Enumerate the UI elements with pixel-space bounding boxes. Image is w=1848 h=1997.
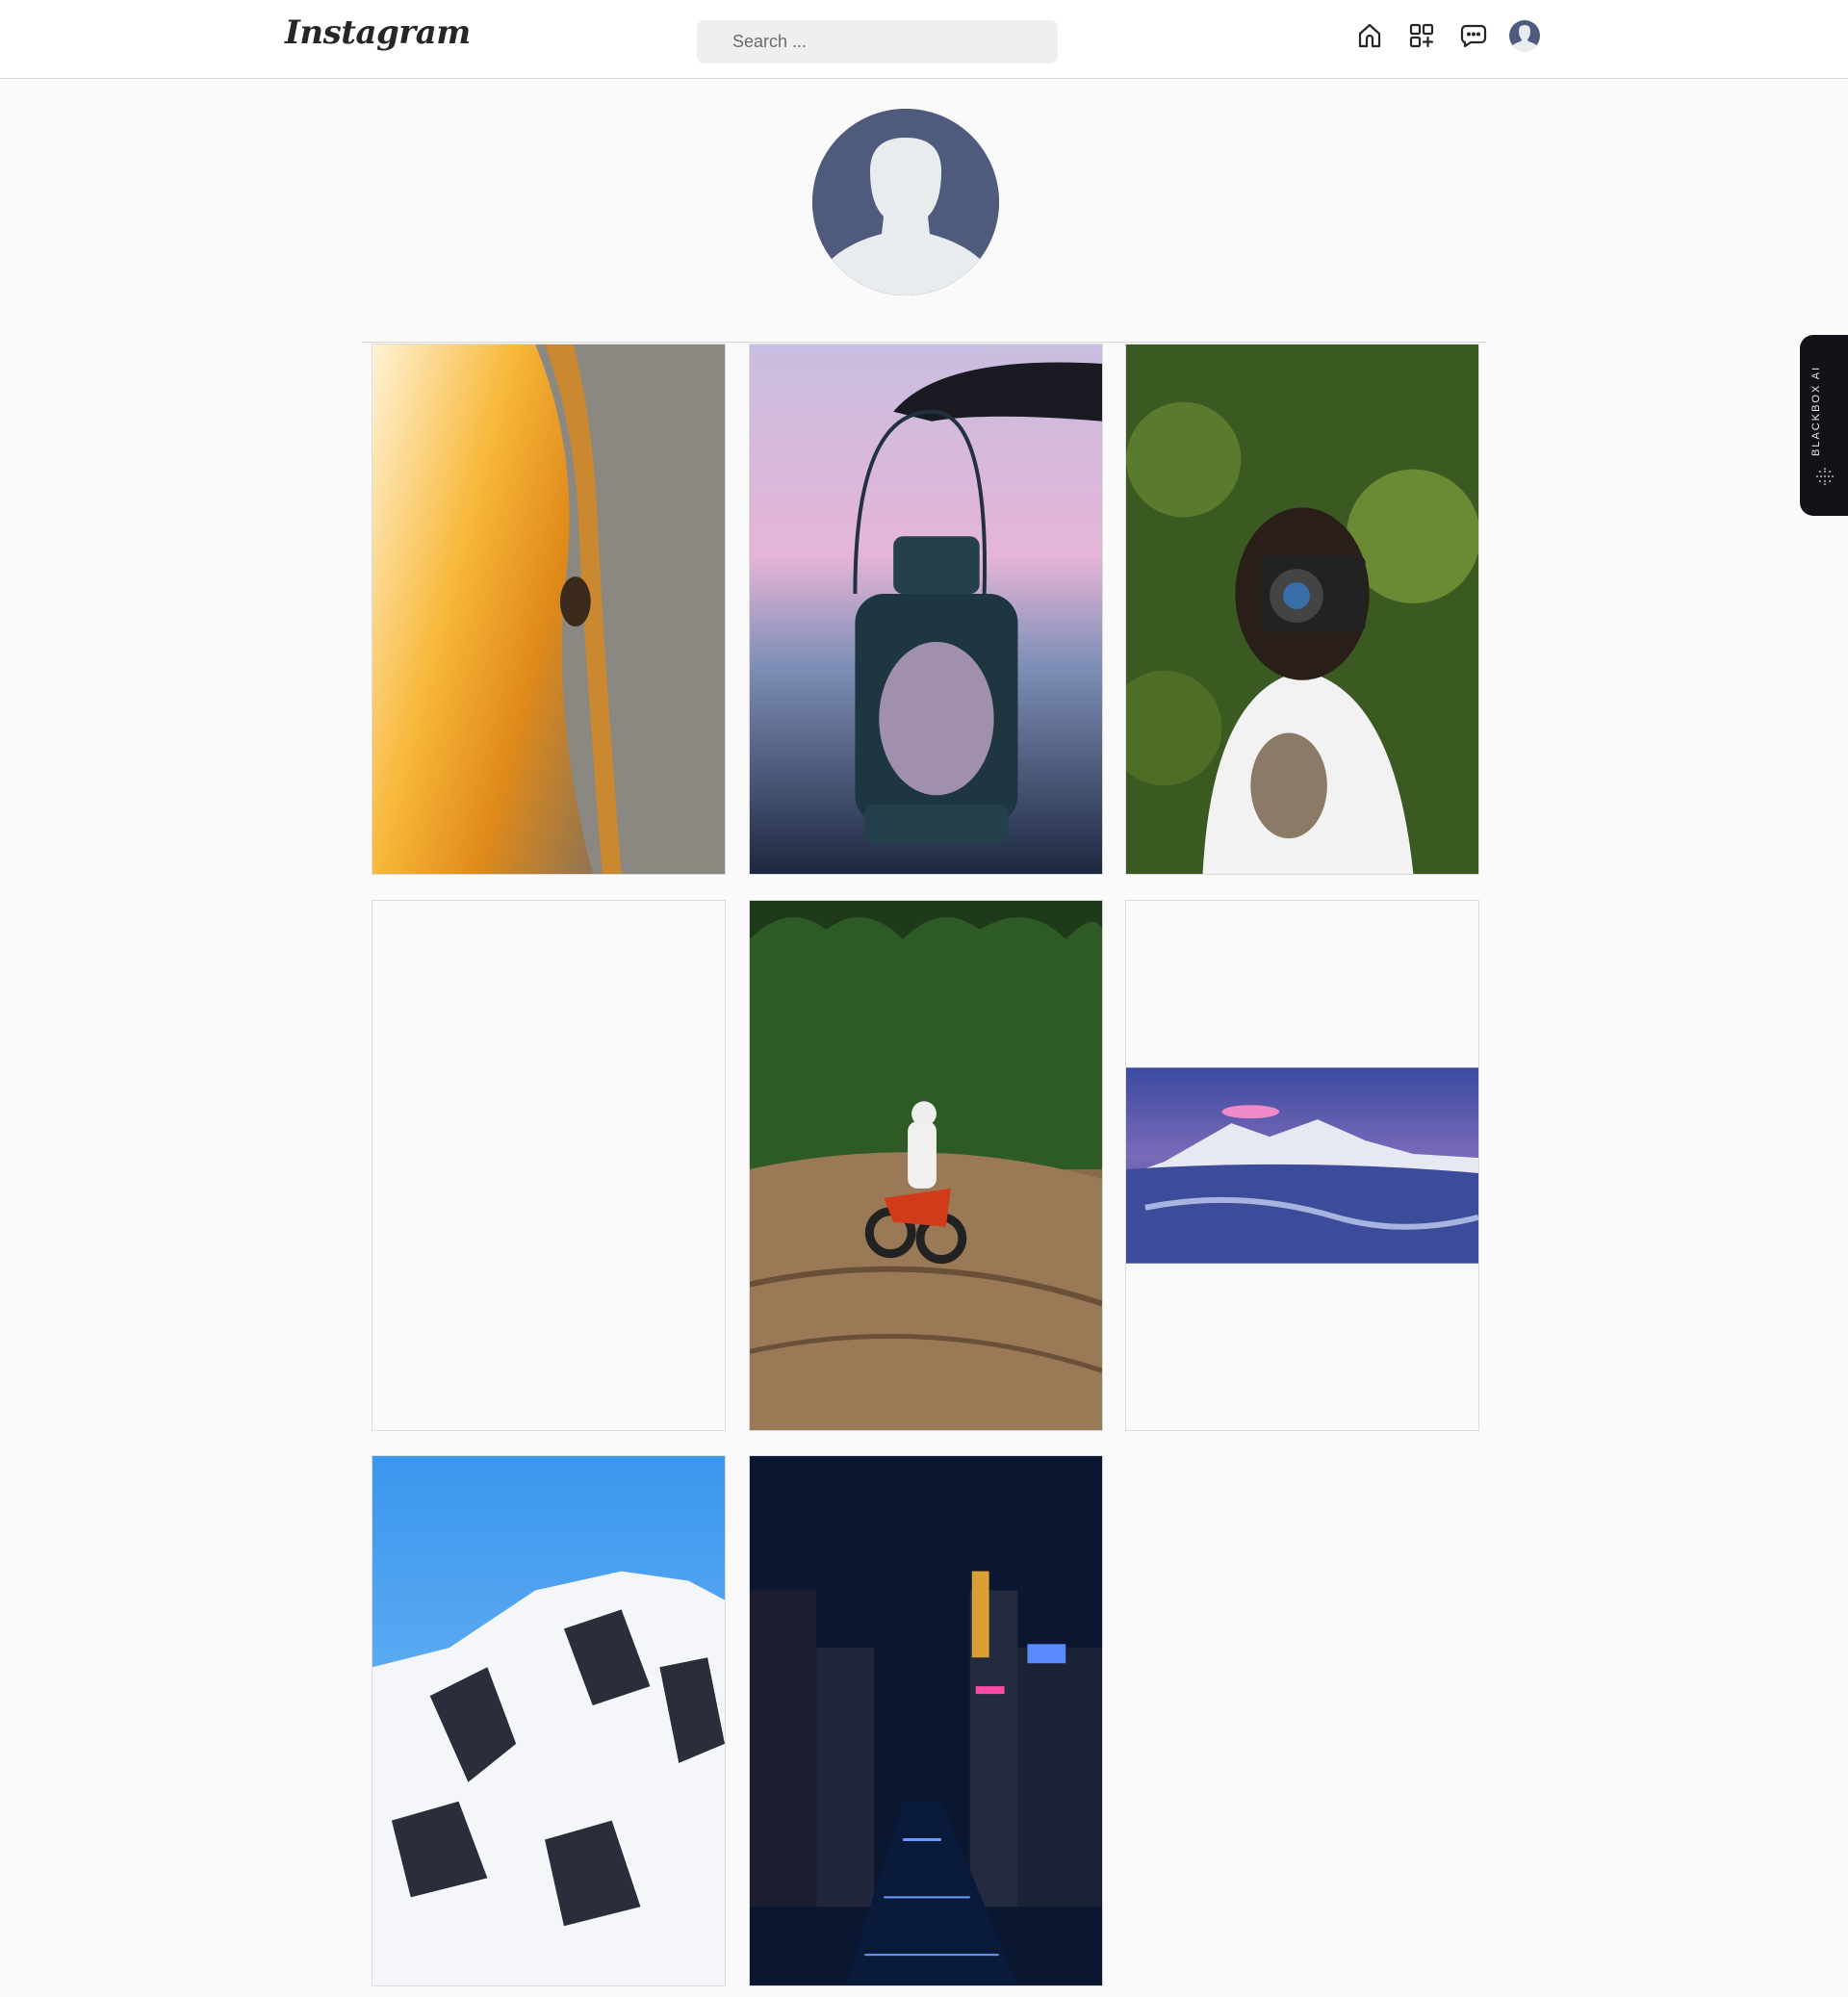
post-snowy-peak[interactable] xyxy=(372,1455,726,1986)
photographer-with-camera-photo xyxy=(1126,345,1478,874)
night-city-canal-photo xyxy=(750,1456,1102,1985)
add-post-icon[interactable] xyxy=(1405,19,1438,52)
blackbox-ai-label: BLACKBOX AI xyxy=(1810,365,1822,456)
profile-divider xyxy=(362,342,1486,343)
post-snowy-mountain-landscape[interactable] xyxy=(1125,900,1479,1431)
blackbox-dots-icon xyxy=(1816,468,1834,485)
messages-icon[interactable] xyxy=(1457,19,1490,52)
post-motocross[interactable] xyxy=(749,900,1103,1431)
horse-closeup-photo xyxy=(372,345,725,874)
home-icon[interactable] xyxy=(1353,19,1386,52)
profile-avatar[interactable] xyxy=(812,109,999,295)
snowy-peak-blue-sky-photo xyxy=(372,1456,725,1985)
motocross-rider-photo xyxy=(750,901,1102,1430)
profile-avatar-icon[interactable] xyxy=(1508,19,1541,52)
post-lantern[interactable] xyxy=(749,344,1103,875)
top-nav-bar: Instagram xyxy=(0,0,1848,79)
search-input[interactable] xyxy=(697,20,1058,64)
post-photographer[interactable] xyxy=(1125,344,1479,875)
post-night-city-canal[interactable] xyxy=(749,1455,1103,1986)
lantern-photo xyxy=(750,345,1102,874)
post-horse-closeup[interactable] xyxy=(372,344,726,875)
post-empty[interactable] xyxy=(372,900,726,1431)
instagram-logo[interactable]: Instagram xyxy=(285,13,471,52)
blackbox-ai-side-tab[interactable]: BLACKBOX AI xyxy=(1800,335,1848,516)
snowy-mountain-landscape-photo xyxy=(1126,901,1478,1430)
empty-post xyxy=(372,901,725,1430)
